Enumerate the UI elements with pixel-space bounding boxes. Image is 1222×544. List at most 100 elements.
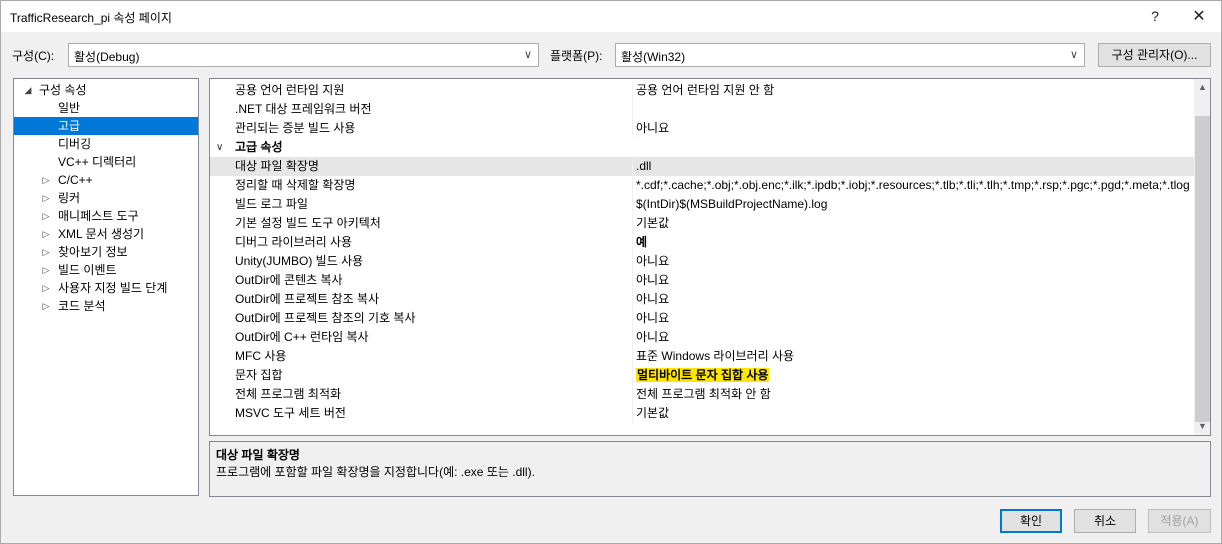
property-row[interactable]: OutDir에 프로젝트 참조의 기호 복사 아니요 <box>210 309 1194 328</box>
apply-button[interactable]: 적용(A) <box>1148 509 1211 533</box>
column-divider <box>632 366 633 385</box>
property-value[interactable]: 예 <box>636 233 1194 252</box>
property-value[interactable]: 아니요 <box>636 309 1194 328</box>
column-divider <box>632 81 633 100</box>
tree-item[interactable]: ▷ 빌드 이벤트 <box>14 261 198 279</box>
expand-icon[interactable]: ▷ <box>40 243 52 261</box>
tree-item[interactable]: VC++ 디렉터리 <box>14 153 198 171</box>
window-title: TrafficResearch_pi 속성 페이지 <box>10 11 172 25</box>
collapse-icon[interactable]: ◢ <box>22 81 34 99</box>
property-name: 빌드 로그 파일 <box>235 197 308 211</box>
property-row[interactable]: 문자 집합 멀티바이트 문자 집합 사용 <box>210 366 1194 385</box>
property-value[interactable]: 아니요 <box>636 290 1194 309</box>
scroll-down-icon[interactable]: ▼ <box>1194 418 1210 435</box>
column-divider <box>632 233 633 252</box>
property-value[interactable]: $(IntDir)$(MSBuildProjectName).log <box>636 195 1194 214</box>
expand-icon[interactable]: ▷ <box>40 189 52 207</box>
property-row[interactable]: 디버그 라이브러리 사용 예 <box>210 233 1194 252</box>
tree-item[interactable]: ▷ C/C++ <box>14 171 198 189</box>
config-dropdown[interactable]: 활성(Debug) ∨ <box>68 43 539 67</box>
expand-icon[interactable]: ▷ <box>40 279 52 297</box>
property-value[interactable]: 아니요 <box>636 119 1194 138</box>
property-value[interactable]: 멀티바이트 문자 집합 사용 <box>636 366 1194 385</box>
property-name: OutDir에 C++ 런타임 복사 <box>235 330 369 344</box>
help-icon[interactable]: ? <box>1135 1 1175 32</box>
tree-item[interactable]: 디버깅 <box>14 135 198 153</box>
property-value[interactable]: *.cdf;*.cache;*.obj;*.obj.enc;*.ilk;*.ip… <box>636 176 1194 195</box>
chevron-down-icon: ∨ <box>523 49 533 61</box>
column-divider <box>632 404 633 423</box>
cancel-button[interactable]: 취소 <box>1074 509 1136 533</box>
category-tree: ◢ 구성 속성 일반 고급 디버깅 VC++ 디렉터리 ▷ C/C++ ▷ 링커 ▷ 매니페스트 도구… <box>13 78 199 496</box>
property-name: OutDir에 프로젝트 참조 복사 <box>235 292 380 306</box>
property-value-text: 아니요 <box>636 273 670 287</box>
property-name: 대상 파일 확장명 <box>235 159 319 173</box>
column-divider <box>632 119 633 138</box>
tree-item[interactable]: ▷ 찾아보기 정보 <box>14 243 198 261</box>
property-row[interactable]: OutDir에 콘텐츠 복사 아니요 <box>210 271 1194 290</box>
property-row[interactable]: 정리할 때 삭제할 확장명 *.cdf;*.cache;*.obj;*.obj.e… <box>210 176 1194 195</box>
chevron-down-icon[interactable]: ∨ <box>216 138 223 157</box>
expand-icon[interactable]: ▷ <box>40 261 52 279</box>
property-row[interactable]: 기본 설정 빌드 도구 아키텍처 기본값 <box>210 214 1194 233</box>
grid-scrollbar[interactable]: ▲ ▼ <box>1194 79 1210 435</box>
column-divider <box>632 176 633 195</box>
tree-item[interactable]: ▷ 사용자 지정 빌드 단계 <box>14 279 198 297</box>
expand-icon[interactable]: ▷ <box>40 207 52 225</box>
property-value-text: 아니요 <box>636 330 670 344</box>
property-value-text: 아니요 <box>636 311 670 325</box>
tree-root-config-properties[interactable]: ◢ 구성 속성 <box>14 81 198 99</box>
category-row[interactable]: ∨ 고급 속성 <box>210 138 1194 157</box>
property-row[interactable]: Unity(JUMBO) 빌드 사용 아니요 <box>210 252 1194 271</box>
property-value[interactable]: 표준 Windows 라이브러리 사용 <box>636 347 1194 366</box>
chevron-down-icon: ∨ <box>1069 49 1079 61</box>
property-value-text: $(IntDir)$(MSBuildProjectName).log <box>636 197 828 211</box>
property-pages-window: TrafficResearch_pi 속성 페이지 ? ✕ 구성(C): 활성(… <box>0 0 1222 544</box>
expand-icon[interactable]: ▷ <box>40 225 52 243</box>
tree-item[interactable]: 고급 <box>14 117 198 135</box>
scroll-thumb[interactable] <box>1195 116 1210 422</box>
property-value[interactable]: 전체 프로그램 최적화 안 함 <box>636 385 1194 404</box>
tree-item-label: 코드 분석 <box>58 299 106 313</box>
expand-icon[interactable]: ▷ <box>40 297 52 315</box>
column-divider <box>632 309 633 328</box>
close-icon[interactable]: ✕ <box>1179 1 1219 32</box>
property-value[interactable]: 기본값 <box>636 404 1194 423</box>
ok-button[interactable]: 확인 <box>1000 509 1062 533</box>
property-row[interactable]: 공용 언어 런타임 지원 공용 언어 런타임 지원 안 함 <box>210 81 1194 100</box>
property-value-text: *.cdf;*.cache;*.obj;*.obj.enc;*.ilk;*.ip… <box>636 178 1190 192</box>
property-row[interactable]: OutDir에 프로젝트 참조 복사 아니요 <box>210 290 1194 309</box>
tree-item[interactable]: ▷ 매니페스트 도구 <box>14 207 198 225</box>
property-name: 공용 언어 런타임 지원 <box>235 83 345 97</box>
property-row[interactable]: MSVC 도구 세트 버전 기본값 <box>210 404 1194 423</box>
tree-item-label: XML 문서 생성기 <box>58 227 145 241</box>
property-name: .NET 대상 프레임워크 버전 <box>235 102 372 116</box>
property-row[interactable]: OutDir에 C++ 런타임 복사 아니요 <box>210 328 1194 347</box>
property-value[interactable]: 기본값 <box>636 214 1194 233</box>
tree-item[interactable]: ▷ 링커 <box>14 189 198 207</box>
property-value-text: 전체 프로그램 최적화 안 함 <box>636 387 771 401</box>
property-value[interactable]: 공용 언어 런타임 지원 안 함 <box>636 81 1194 100</box>
tree-item[interactable]: ▷ 코드 분석 <box>14 297 198 315</box>
config-manager-button[interactable]: 구성 관리자(O)... <box>1098 43 1211 67</box>
property-value[interactable]: .dll <box>636 157 1194 176</box>
scroll-up-icon[interactable]: ▲ <box>1194 79 1210 96</box>
expand-icon[interactable]: ▷ <box>40 171 52 189</box>
property-value[interactable]: 아니요 <box>636 271 1194 290</box>
property-row[interactable]: 관리되는 증분 빌드 사용 아니요 <box>210 119 1194 138</box>
property-value-text: 기본값 <box>636 406 670 420</box>
property-value[interactable] <box>636 100 1194 119</box>
tree-item[interactable]: ▷ XML 문서 생성기 <box>14 225 198 243</box>
property-value[interactable]: 아니요 <box>636 252 1194 271</box>
property-row[interactable]: 대상 파일 확장명 .dll <box>210 157 1194 176</box>
tree-item[interactable]: 일반 <box>14 99 198 117</box>
property-row[interactable]: MFC 사용 표준 Windows 라이브러리 사용 <box>210 347 1194 366</box>
property-value[interactable]: 아니요 <box>636 328 1194 347</box>
property-row[interactable]: 빌드 로그 파일 $(IntDir)$(MSBuildProjectName).l… <box>210 195 1194 214</box>
property-row[interactable]: .NET 대상 프레임워크 버전 <box>210 100 1194 119</box>
tree-item-label: 찾아보기 정보 <box>58 245 128 259</box>
property-row[interactable]: 전체 프로그램 최적화 전체 프로그램 최적화 안 함 <box>210 385 1194 404</box>
platform-dropdown[interactable]: 활성(Win32) ∨ <box>615 43 1085 67</box>
tree-item-label: 고급 <box>58 119 81 133</box>
tree-item-label: C/C++ <box>58 173 93 187</box>
